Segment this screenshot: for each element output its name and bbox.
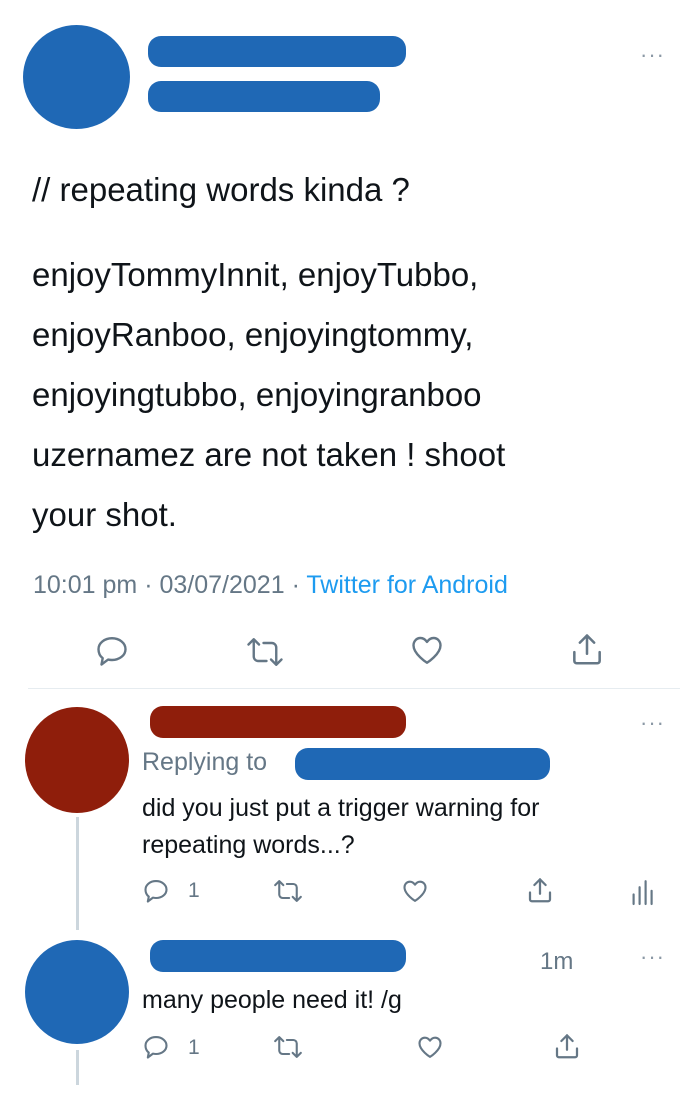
thread-line [76, 817, 79, 930]
share-icon[interactable] [525, 874, 555, 906]
redacted-username[interactable] [148, 81, 380, 112]
more-options-icon[interactable]: ··· [640, 44, 665, 66]
divider [28, 688, 680, 689]
share-icon[interactable] [568, 630, 606, 668]
like-icon[interactable] [415, 1033, 445, 1061]
retweet-icon[interactable] [272, 1033, 304, 1061]
tweet-time: 10:01 pm [33, 571, 138, 599]
replying-to-handle[interactable] [295, 748, 550, 780]
redacted-display-name[interactable] [148, 36, 406, 67]
reply-timestamp[interactable]: 1m [540, 948, 573, 976]
reply-avatar[interactable] [25, 707, 129, 813]
analytics-icon[interactable] [630, 877, 654, 907]
tweet-body-line: enjoyTommyInnit, enjoyTubbo, [32, 256, 479, 293]
redacted-display-name[interactable] [150, 940, 406, 972]
tweet-body: enjoyTommyInnit, enjoyTubbo, enjoyRanboo… [32, 245, 505, 545]
separator: · [291, 571, 300, 599]
tweet-meta: 10:01 pm · 03/07/2021 · Twitter for Andr… [33, 570, 508, 600]
tweet-date: 03/07/2021 [159, 571, 285, 599]
reply-avatar[interactable] [25, 940, 129, 1044]
reply-text-line: repeating words...? [142, 831, 355, 859]
tweet-body-line: uzernamez are not taken ! shoot [32, 436, 506, 473]
reply-text: did you just put a trigger warning for r… [142, 790, 539, 864]
like-icon[interactable] [408, 632, 446, 668]
share-icon[interactable] [552, 1030, 582, 1062]
tweet-source-link[interactable]: Twitter for Android [306, 571, 507, 599]
separator: · [144, 571, 153, 599]
redacted-display-name[interactable] [150, 706, 406, 738]
reply-icon[interactable] [94, 633, 130, 669]
author-avatar[interactable] [23, 25, 130, 129]
retweet-icon[interactable] [272, 877, 304, 905]
more-options-icon[interactable]: ··· [640, 946, 665, 968]
replying-to-label: Replying to [142, 748, 268, 776]
retweet-icon[interactable] [245, 634, 285, 670]
reply-text-line: did you just put a trigger warning for [142, 794, 540, 822]
tweet-body-line: enjoyRanboo, enjoyingtommy, [32, 316, 474, 353]
more-options-icon[interactable]: ··· [640, 712, 665, 734]
tweet-content-warning: // repeating words kinda ? [32, 171, 410, 208]
reply-count: 1 [188, 879, 200, 902]
tweet-body-line: enjoyingtubbo, enjoyingranboo [32, 376, 482, 413]
like-icon[interactable] [400, 877, 430, 905]
reply-count: 1 [188, 1036, 200, 1059]
reply-icon[interactable] [142, 1033, 170, 1061]
tweet-body-line: your shot. [32, 496, 177, 533]
reply-text: many people need it! /g [142, 986, 402, 1014]
reply-icon[interactable] [142, 877, 170, 905]
thread-line [76, 1050, 79, 1085]
